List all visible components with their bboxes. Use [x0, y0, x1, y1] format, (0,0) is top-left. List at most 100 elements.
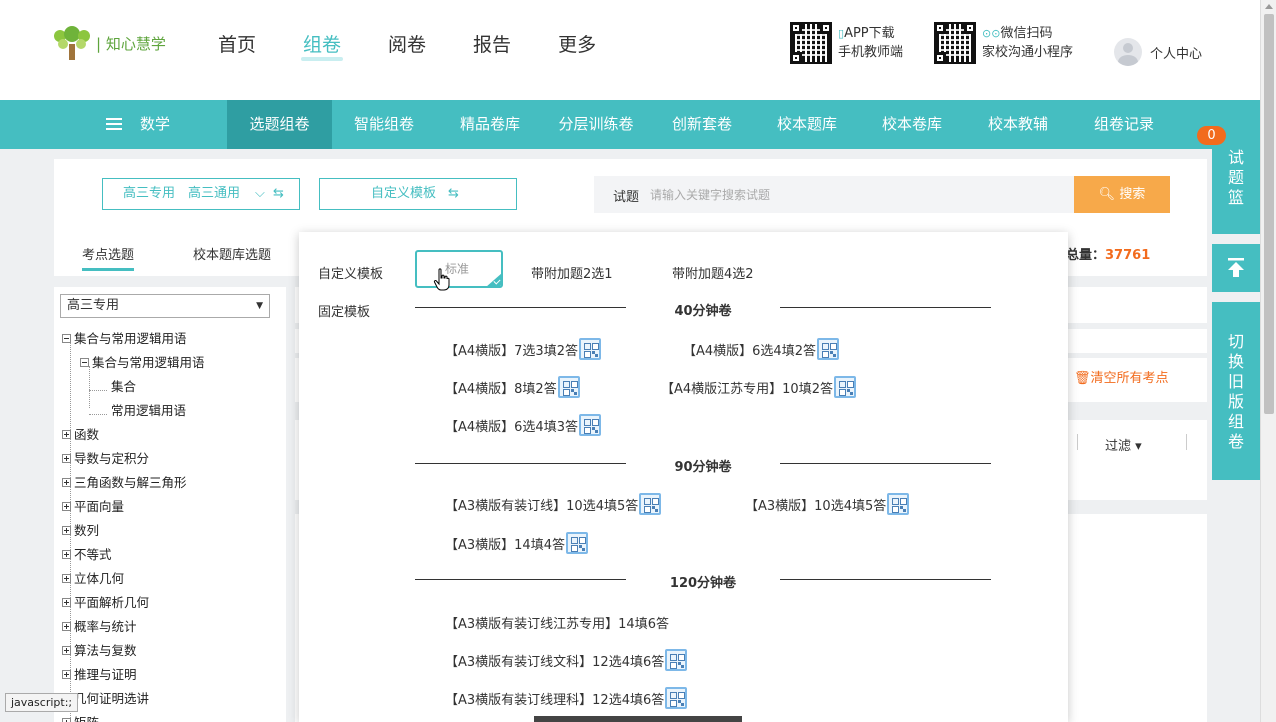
subnav-premium-papers[interactable]: 精品卷库	[438, 100, 542, 149]
subnav-smart-compose[interactable]: 智能组卷	[333, 100, 435, 149]
tree-logo-icon	[52, 26, 92, 60]
template-item[interactable]: 【A4横版】8填2答	[445, 376, 580, 398]
trash-icon: 🗑	[1074, 371, 1091, 386]
question-basket-button[interactable]: 试题篮	[1212, 148, 1260, 234]
template-item[interactable]: 【A4横版江苏专用】10填2答	[661, 376, 856, 398]
template-item[interactable]: 【A3横版】14填4答	[445, 532, 588, 554]
nav-home[interactable]: 首页	[218, 30, 256, 57]
back-to-top-button[interactable]	[1212, 244, 1260, 292]
logo[interactable]: | 知心慧学	[52, 26, 166, 60]
qr-code-icon[interactable]	[887, 493, 910, 515]
template-item[interactable]: 【A4横版】6选4填3答	[445, 414, 601, 436]
qr-code-icon[interactable]	[578, 414, 601, 436]
qr-code-icon[interactable]	[833, 376, 856, 398]
subnav-innovative-sets[interactable]: 创新套卷	[650, 100, 754, 149]
tree-node[interactable]: 矩阵	[62, 712, 99, 722]
subnav-layered-training[interactable]: 分层训练卷	[544, 100, 648, 149]
overlay-footer	[534, 716, 742, 722]
expand-icon[interactable]	[62, 598, 71, 607]
expand-icon[interactable]	[62, 430, 71, 439]
scroll-thumb[interactable]	[1264, 14, 1274, 414]
tree-node[interactable]: 数列	[62, 520, 99, 539]
expand-icon[interactable]	[62, 478, 71, 487]
template-item[interactable]: 【A3横版有装订线文科】12选4填6答	[445, 649, 688, 671]
qr-code-icon[interactable]	[665, 687, 688, 709]
template-item[interactable]: 【A4横版】6选4填2答	[683, 338, 839, 360]
search-button[interactable]: 🔍︎ 搜索	[1074, 176, 1170, 213]
nav-grading[interactable]: 阅卷	[388, 30, 426, 57]
expand-icon[interactable]	[62, 718, 71, 722]
avatar	[1114, 38, 1142, 66]
switch-old-version-button[interactable]: 切换旧版组卷	[1212, 302, 1260, 480]
search-scope-label[interactable]: 试题	[613, 186, 639, 205]
app-download[interactable]: ▯APP下载 手机教师端	[838, 24, 903, 62]
search-input[interactable]: 请输入关键字搜索试题	[650, 186, 770, 203]
nav-more[interactable]: 更多	[558, 30, 596, 57]
tree-node[interactable]: 集合与常用逻辑用语	[80, 352, 205, 371]
expand-icon[interactable]	[62, 550, 71, 559]
subject-menu[interactable]: 数学	[106, 100, 226, 149]
expand-icon[interactable]	[62, 622, 71, 631]
tree-node[interactable]: 导数与定积分	[62, 448, 149, 467]
page-scrollbar[interactable]	[1260, 0, 1276, 722]
tab-school-bank[interactable]: 校本题库选题	[193, 244, 271, 263]
expand-icon[interactable]	[62, 670, 71, 679]
template-item[interactable]: 【A3横版有装订线江苏专用】14填6答	[445, 613, 669, 632]
tree-node[interactable]: 算法与复数	[62, 640, 137, 659]
expand-icon[interactable]	[62, 454, 71, 463]
template-option-extra-2of1[interactable]: 带附加题2选1	[531, 263, 613, 282]
tree-node[interactable]: 集合与常用逻辑用语	[62, 328, 187, 347]
tree-node[interactable]: 概率与统计	[62, 616, 137, 635]
expand-icon[interactable]	[62, 502, 71, 511]
template-option-standard[interactable]: 标准	[415, 250, 503, 288]
tree-node[interactable]: 平面向量	[62, 496, 124, 515]
subnav-school-papers[interactable]: 校本卷库	[860, 100, 964, 149]
grade-select[interactable]: 高三专用 高三通用 ⌵ ⇆	[102, 178, 300, 210]
tree-node[interactable]: 立体几何	[62, 568, 124, 587]
qr-code-icon[interactable]	[557, 376, 580, 398]
nav-compose[interactable]: 组卷	[301, 30, 344, 61]
section-title: 40分钟卷	[674, 304, 732, 319]
template-select[interactable]: 自定义模板 ⇆	[319, 178, 517, 210]
divider	[1186, 434, 1187, 450]
tree-node[interactable]: 三角函数与解三角形	[62, 472, 187, 491]
tree-node[interactable]: 推理与证明	[62, 664, 137, 683]
template-item[interactable]: 【A3横版有装订线理科】12选4填6答	[445, 687, 688, 709]
tab-knowledge-points[interactable]: 考点选题	[82, 244, 135, 271]
subnav-school-questions[interactable]: 校本题库	[755, 100, 859, 149]
subnav-compose-history[interactable]: 组卷记录	[1072, 100, 1176, 149]
clear-points-link[interactable]: 🗑清空所有考点	[1074, 367, 1169, 386]
section-title: 120分钟卷	[669, 576, 737, 591]
filter-dropdown[interactable]: 过滤 ▾	[1105, 435, 1142, 454]
tree-node[interactable]: 函数	[62, 424, 99, 443]
top-header: | 知心慧学 首页 组卷 阅卷 报告 更多 ▯APP下载 手机教师端 ⊙⊙微信扫…	[0, 0, 1260, 100]
template-option-extra-4of2[interactable]: 带附加题4选2	[672, 263, 754, 282]
tree-node[interactable]: 平面解析几何	[62, 592, 149, 611]
template-item[interactable]: 【A4横版】7选3填2答	[445, 338, 601, 360]
scroll-up-icon[interactable]	[1265, 4, 1273, 9]
qr-code-icon[interactable]	[565, 532, 588, 554]
nav-report[interactable]: 报告	[473, 30, 511, 57]
tree-node[interactable]: 集合	[111, 376, 136, 395]
subnav-select-compose[interactable]: 选题组卷	[227, 100, 332, 149]
divider	[415, 307, 626, 308]
qr-code-icon[interactable]	[816, 338, 839, 360]
template-item[interactable]: 【A3横版】10选4填5答	[745, 493, 910, 515]
expand-icon[interactable]	[62, 646, 71, 655]
tree-grade-select[interactable]: 高三专用 ▼	[60, 294, 270, 318]
qr-code-icon[interactable]	[578, 338, 601, 360]
template-item[interactable]: 【A3横版有装订线】10选4填5答	[445, 493, 662, 515]
tree-node[interactable]: 不等式	[62, 544, 112, 563]
qr-code-icon[interactable]	[665, 649, 688, 671]
chevron-down-icon: ⌵	[255, 186, 265, 201]
qr-code-icon[interactable]	[639, 493, 662, 515]
expand-icon[interactable]	[62, 526, 71, 535]
subnav-school-materials[interactable]: 校本教辅	[966, 100, 1070, 149]
total-count: 总量：37761	[1066, 248, 1151, 263]
expand-icon[interactable]	[62, 574, 71, 583]
collapse-icon[interactable]	[62, 334, 71, 343]
user-center[interactable]: 个人中心	[1114, 38, 1202, 66]
tree-node[interactable]: 常用逻辑用语	[111, 400, 186, 419]
collapse-icon[interactable]	[80, 358, 89, 367]
wechat-scan[interactable]: ⊙⊙微信扫码 家校沟通小程序	[982, 24, 1073, 62]
